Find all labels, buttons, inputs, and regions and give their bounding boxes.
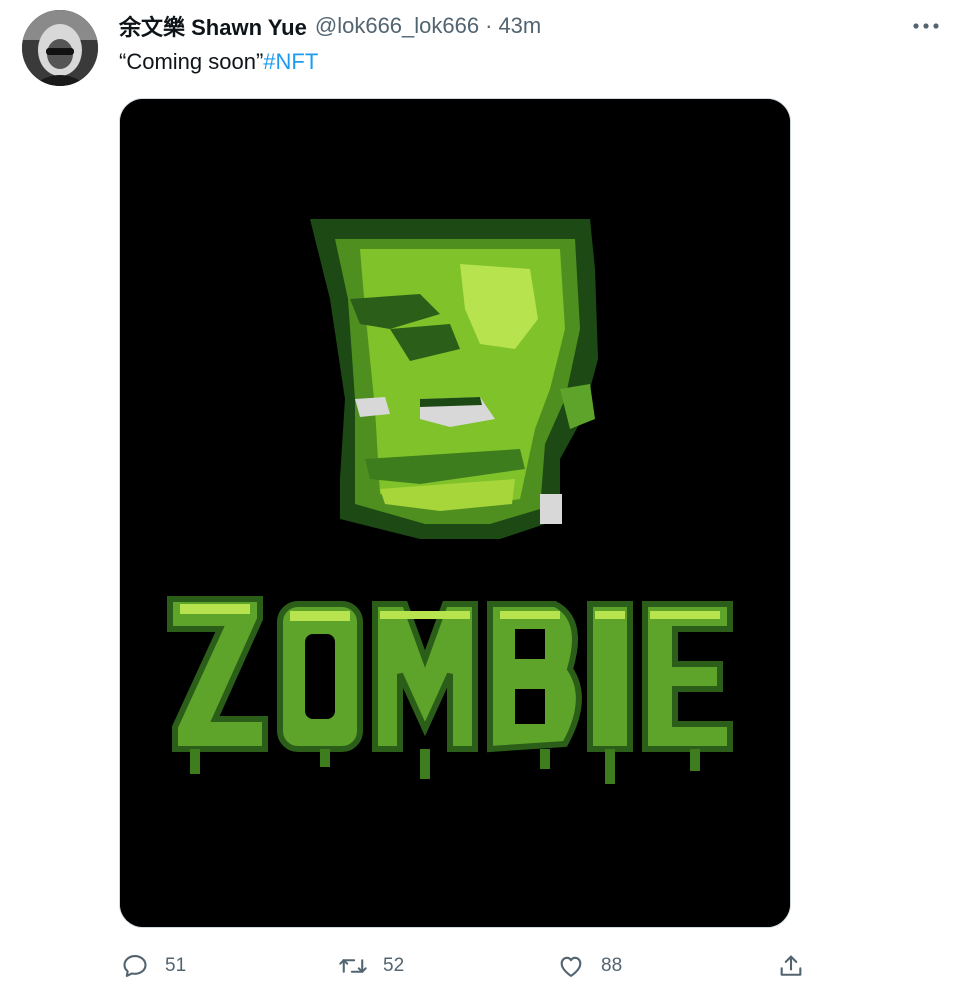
share-icon [775, 950, 807, 982]
more-button[interactable] [904, 10, 948, 42]
retweet-icon [337, 950, 369, 982]
share-button[interactable] [775, 946, 807, 986]
tweet-body: “Coming soon” [119, 49, 264, 74]
retweet-button[interactable]: 52 [337, 946, 404, 986]
hashtag-link[interactable]: #NFT [263, 49, 318, 74]
more-horizontal-icon [913, 23, 939, 29]
like-button[interactable]: 88 [555, 946, 622, 986]
zombie-image [120, 99, 790, 927]
zombie-head-art [310, 219, 598, 539]
tweet-actions: 51 52 88 [119, 946, 819, 986]
avatar[interactable] [22, 10, 98, 86]
tweet-header: 余文樂 Shawn Yue @lok666_lok666 · 43m [119, 10, 541, 42]
display-name[interactable]: 余文樂 Shawn Yue [119, 10, 307, 42]
tweet-media[interactable] [119, 98, 791, 928]
timestamp[interactable]: 43m [498, 13, 541, 39]
reply-count: 51 [165, 955, 187, 976]
avatar-image [22, 10, 98, 86]
retweet-count: 52 [383, 955, 405, 976]
tweet-text: “Coming soon”#NFT [119, 46, 318, 78]
separator-dot: · [485, 13, 493, 38]
reply-icon [119, 950, 151, 982]
heart-icon [555, 950, 587, 982]
reply-button[interactable]: 51 [119, 946, 186, 986]
like-count: 88 [601, 955, 623, 976]
handle[interactable]: @lok666_lok666 [315, 13, 479, 39]
